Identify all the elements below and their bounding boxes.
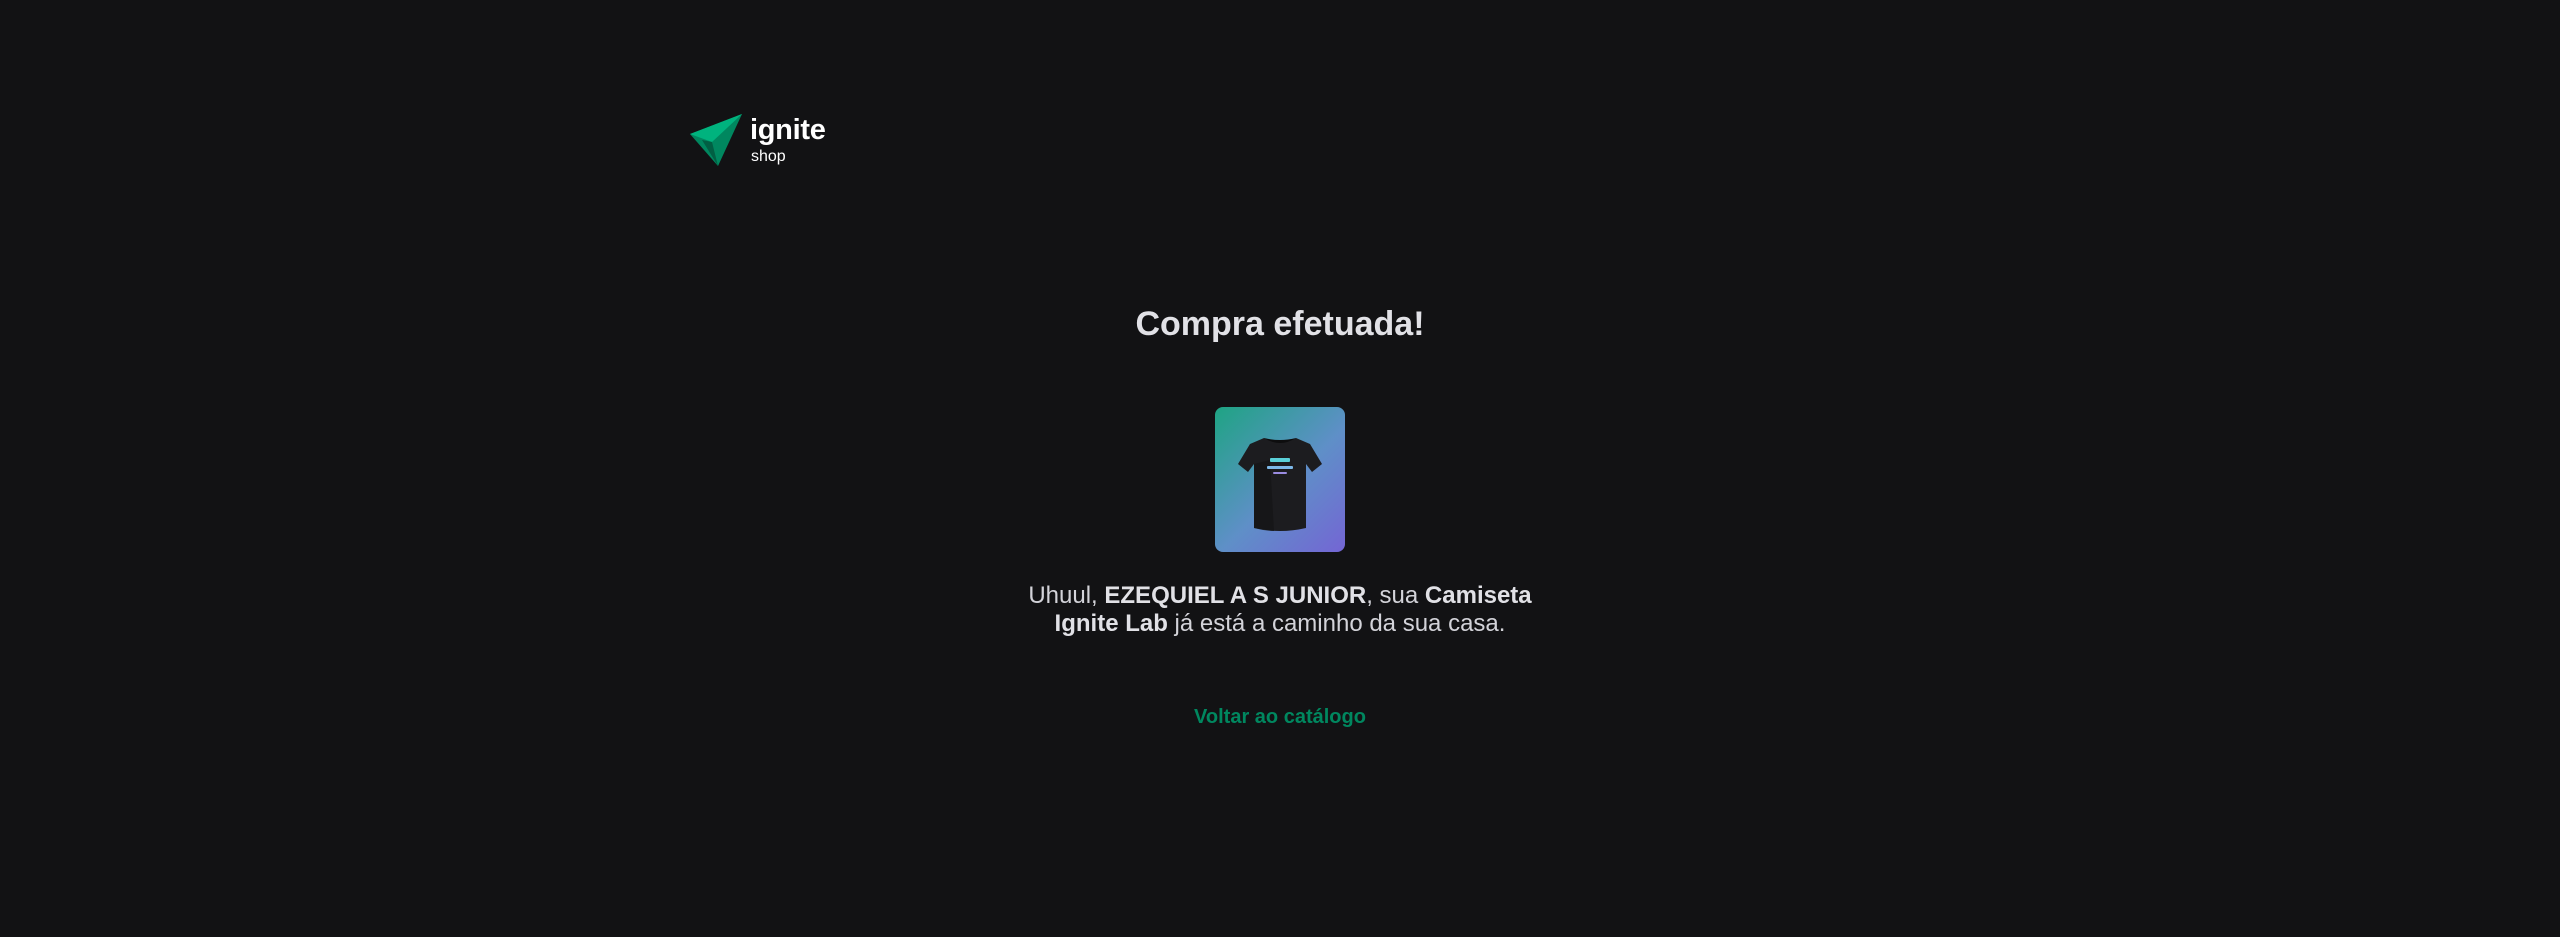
message-greeting: Uhuul, (1028, 582, 1105, 609)
success-page: ignite shop Compra efetuada! Uhuul, EZEQ… (0, 0, 2560, 937)
product-image (1215, 407, 1345, 552)
back-to-catalog-link[interactable]: Voltar ao catálogo (1194, 706, 1366, 729)
tshirt-icon (1238, 437, 1322, 531)
success-message: Uhuul, EZEQUIEL A S JUNIOR, sua Camiseta… (1000, 582, 1560, 638)
message-ending: já está a caminho da sua casa. (1167, 610, 1506, 637)
customer-name: EZEQUIEL A S JUNIOR (1104, 582, 1367, 609)
success-container: Compra efetuada! Uhuul, EZEQUIEL A S JUN… (0, 0, 2560, 729)
page-title: Compra efetuada! (1135, 305, 1425, 343)
message-middle: , sua (1366, 582, 1425, 609)
